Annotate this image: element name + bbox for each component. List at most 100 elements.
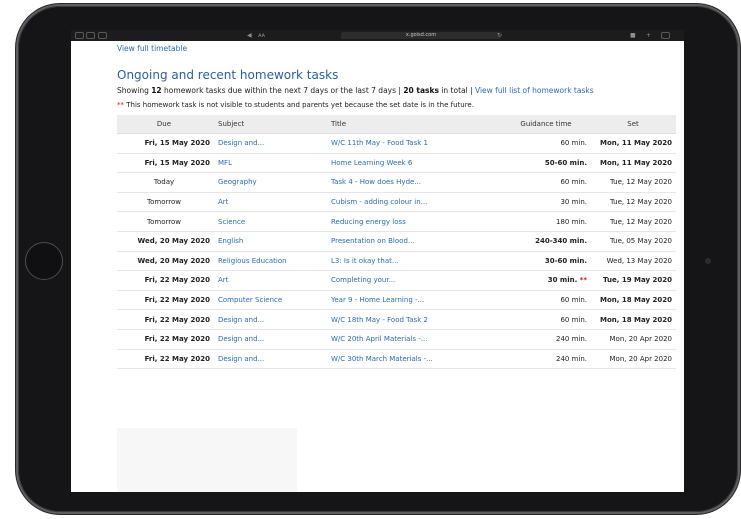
title-link-text[interactable]: Completing your... xyxy=(331,276,395,284)
subject-cell-text[interactable]: MFL xyxy=(218,159,232,167)
table-row[interactable]: Fri, 15 May 2020 Design and... W/C 11th Ma… xyxy=(117,133,676,154)
header-subject[interactable]: Subject xyxy=(214,115,323,134)
header-set[interactable]: Set xyxy=(593,115,676,134)
reload-icon[interactable]: ↻ xyxy=(497,32,502,39)
due-cell: Tomorrow xyxy=(117,211,214,232)
due-cell: Fri, 15 May 2020 xyxy=(117,153,214,174)
table-row[interactable]: Wed, 20 May 2020 English Presentation on B… xyxy=(117,231,676,252)
subject-cell[interactable]: Geography xyxy=(214,172,323,193)
table-row[interactable]: Fri, 22 May 2020 Computer Science Year 9 -… xyxy=(117,290,676,311)
title-link[interactable]: Cubism - adding colour in... xyxy=(323,192,504,213)
title-link-text[interactable]: Task 4 - How does Hyde... xyxy=(331,178,421,186)
guidance-cell: 180 min. xyxy=(504,211,593,232)
share-button-icon[interactable]: ■ xyxy=(630,32,636,39)
summary-count: 12 xyxy=(151,86,162,95)
table-row[interactable]: Fri, 15 May 2020 MFL Home Learning Week 6 5… xyxy=(117,153,676,174)
guidance-cell-text: 60 min. xyxy=(560,139,587,148)
title-link[interactable]: Reducing energy loss xyxy=(323,211,504,232)
set-date-cell: Tue, 12 May 2020 xyxy=(593,172,676,193)
title-link[interactable]: Presentation on Blood... xyxy=(323,231,504,252)
title-link-text[interactable]: Cubism - adding colour in... xyxy=(331,198,427,206)
title-link-text[interactable]: L3: Is it okay that... xyxy=(331,257,399,265)
due-cell: Fri, 22 May 2020 xyxy=(117,349,214,370)
title-link-text[interactable]: W/C 30th March Materials -... xyxy=(331,355,433,363)
title-link-text[interactable]: Presentation on Blood... xyxy=(331,237,415,245)
title-link[interactable]: W/C 11th May - Food Task 1 xyxy=(323,133,504,154)
title-link-text[interactable]: Home Learning Week 6 xyxy=(331,159,412,167)
subject-cell[interactable]: Design and... xyxy=(214,309,323,330)
subject-cell-text[interactable]: Design and... xyxy=(218,139,264,147)
table-row[interactable]: Wed, 20 May 2020 Religious Education L3: I… xyxy=(117,251,676,272)
title-link[interactable]: Year 9 - Home Learning -... xyxy=(323,290,504,311)
title-link[interactable]: W/C 20th April Materials -... xyxy=(323,329,504,350)
add-tab-icon[interactable]: + xyxy=(646,32,651,39)
forward-button[interactable] xyxy=(86,32,95,39)
view-full-list-link[interactable]: View full list of homework tasks xyxy=(475,86,594,95)
home-button[interactable] xyxy=(25,242,63,280)
subject-cell-text[interactable]: Science xyxy=(218,218,245,226)
guidance-cell-text: 240-340 min. xyxy=(535,237,587,246)
subject-cell-text[interactable]: Geography xyxy=(218,178,257,186)
table-row[interactable]: Today Geography Task 4 - How does Hyde... 6… xyxy=(117,172,676,193)
guidance-cell-text: 50-60 min. xyxy=(544,158,587,167)
subject-cell[interactable]: English xyxy=(214,231,323,252)
table-row[interactable]: Tomorrow Science Reducing energy loss 180 m… xyxy=(117,211,676,232)
subject-cell[interactable]: Design and... xyxy=(214,133,323,154)
subject-cell-text[interactable]: Art xyxy=(218,276,228,284)
table-row[interactable]: Fri, 22 May 2020 Art Completing your... 30 … xyxy=(117,270,676,291)
subject-cell[interactable]: MFL xyxy=(214,153,323,174)
subject-cell[interactable]: Art xyxy=(214,270,323,291)
screen: ◀ ᴀᴀ x.goisd.com ↻ ■ + View full timetab… xyxy=(71,30,684,492)
visibility-note: ** This homework task is not visible to … xyxy=(117,100,677,111)
title-link[interactable]: W/C 18th May - Food Task 2 xyxy=(323,309,504,330)
sidebar-button[interactable] xyxy=(98,32,107,39)
summary-total: 20 tasks xyxy=(403,86,439,95)
subject-cell-text[interactable]: English xyxy=(218,237,243,245)
title-link-text[interactable]: W/C 20th April Materials -... xyxy=(331,335,427,343)
header-guidance-time[interactable]: Guidance time xyxy=(504,115,593,134)
set-date-cell-text: Mon, 18 May 2020 xyxy=(600,296,672,305)
subject-cell-text[interactable]: Religious Education xyxy=(218,257,287,265)
set-date-cell-text: Mon, 20 Apr 2020 xyxy=(609,335,673,344)
subject-cell[interactable]: Religious Education xyxy=(214,251,323,272)
summary-mid: homework tasks due within the next 7 day… xyxy=(161,86,404,95)
set-date-cell-text: Tue, 12 May 2020 xyxy=(609,198,672,207)
subject-cell[interactable]: Art xyxy=(214,192,323,213)
subject-cell-text[interactable]: Design and... xyxy=(218,335,264,343)
title-link-text[interactable]: Year 9 - Home Learning -... xyxy=(331,296,424,304)
aa-icon[interactable]: ᴀᴀ xyxy=(258,32,265,39)
set-date-cell-text: Mon, 20 Apr 2020 xyxy=(609,354,673,363)
header-due[interactable]: Due xyxy=(117,115,214,134)
table-row[interactable]: Fri, 22 May 2020 Design and... W/C 30th Ma… xyxy=(117,349,676,370)
title-link[interactable]: W/C 30th March Materials -... xyxy=(323,349,504,370)
set-date-cell: Mon, 20 Apr 2020 xyxy=(593,329,676,350)
subject-cell-text[interactable]: Design and... xyxy=(218,316,264,324)
share-icon[interactable]: ◀ xyxy=(247,32,252,39)
title-link[interactable]: Completing your... xyxy=(323,270,504,291)
due-cell: Tomorrow xyxy=(117,192,214,213)
table-row[interactable]: Fri, 22 May 2020 Design and... W/C 18th Ma… xyxy=(117,309,676,330)
address-bar[interactable]: x.goisd.com xyxy=(341,32,501,39)
guidance-cell-text: 60 min. xyxy=(560,178,587,187)
title-link[interactable]: Home Learning Week 6 xyxy=(323,153,504,174)
subject-cell[interactable]: Design and... xyxy=(214,349,323,370)
due-cell: Wed, 20 May 2020 xyxy=(117,251,214,272)
header-title[interactable]: Title xyxy=(323,115,504,134)
table-row[interactable]: Fri, 22 May 2020 Design and... W/C 20th Ap… xyxy=(117,329,676,350)
title-link[interactable]: Task 4 - How does Hyde... xyxy=(323,172,504,193)
title-link[interactable]: L3: Is it okay that... xyxy=(323,251,504,272)
table-row[interactable]: Tomorrow Art Cubism - adding colour in... 3… xyxy=(117,192,676,213)
subject-cell[interactable]: Science xyxy=(214,211,323,232)
subject-cell[interactable]: Computer Science xyxy=(214,290,323,311)
subject-cell-text[interactable]: Computer Science xyxy=(218,296,282,304)
subject-cell[interactable]: Design and... xyxy=(214,329,323,350)
title-link-text[interactable]: W/C 11th May - Food Task 1 xyxy=(331,139,428,147)
title-link-text[interactable]: Reducing energy loss xyxy=(331,218,406,226)
view-timetable-link[interactable]: View full timetable xyxy=(117,43,677,55)
subject-cell-text[interactable]: Art xyxy=(218,198,228,206)
subject-cell-text[interactable]: Design and... xyxy=(218,355,264,363)
title-link-text[interactable]: W/C 18th May - Food Task 2 xyxy=(331,316,428,324)
set-date-cell-text: Mon, 11 May 2020 xyxy=(600,158,672,167)
tabs-overview-button[interactable] xyxy=(661,32,670,39)
back-button[interactable] xyxy=(75,32,84,39)
